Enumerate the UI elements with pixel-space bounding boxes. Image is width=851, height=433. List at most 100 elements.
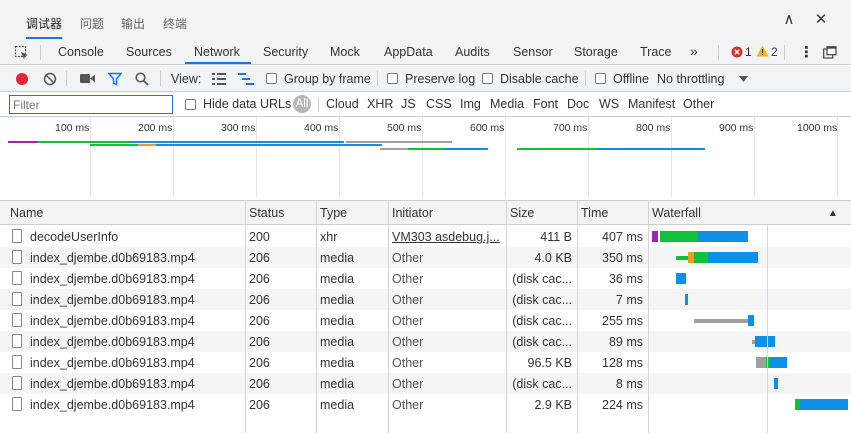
request-size: (disk cac... bbox=[512, 293, 572, 307]
separator bbox=[784, 45, 785, 60]
panel-tab-problems[interactable]: 问题 bbox=[80, 15, 104, 32]
tab-sensor[interactable]: Sensor bbox=[513, 45, 553, 59]
request-name[interactable]: index_djembe.d0b69183.mp4 bbox=[30, 314, 242, 328]
tab-appdata[interactable]: AppData bbox=[384, 45, 433, 59]
column-header-size[interactable]: Size bbox=[510, 206, 534, 220]
kebab-menu-icon[interactable]: ⋮ bbox=[799, 43, 814, 61]
table-row[interactable]: index_djembe.d0b69183.mp4 206 media Other 2.… bbox=[0, 394, 851, 415]
disable-cache-label: Disable cache bbox=[500, 72, 579, 86]
hide-data-urls-checkbox[interactable] bbox=[185, 99, 196, 110]
tab-audits[interactable]: Audits bbox=[455, 45, 490, 59]
chevron-up-icon[interactable]: ∧ bbox=[781, 12, 797, 28]
large-rows-icon[interactable] bbox=[212, 73, 226, 85]
inspect-element-icon[interactable] bbox=[14, 45, 30, 61]
request-name[interactable]: index_djembe.d0b69183.mp4 bbox=[30, 335, 242, 349]
filter-type-media[interactable]: Media bbox=[490, 97, 524, 111]
request-name[interactable]: index_djembe.d0b69183.mp4 bbox=[30, 356, 242, 370]
table-row[interactable]: index_djembe.d0b69183.mp4 206 media Other 4.… bbox=[0, 247, 851, 268]
request-type: media bbox=[320, 293, 355, 307]
request-status: 206 bbox=[249, 398, 270, 412]
panel-tab-debugger[interactable]: 调试器 bbox=[26, 15, 63, 39]
request-name[interactable]: index_djembe.d0b69183.mp4 bbox=[30, 293, 242, 307]
tab-network[interactable]: Network bbox=[194, 45, 240, 59]
filter-input[interactable] bbox=[9, 95, 173, 114]
tab-console[interactable]: Console bbox=[58, 45, 104, 59]
filter-type-img[interactable]: Img bbox=[460, 97, 481, 111]
tab-security[interactable]: Security bbox=[263, 45, 308, 59]
offline-checkbox[interactable] bbox=[595, 73, 606, 84]
overview-gridline bbox=[505, 117, 506, 197]
column-header-initiator[interactable]: Initiator bbox=[392, 206, 433, 220]
table-row[interactable]: index_djembe.d0b69183.mp4 206 media Other (d… bbox=[0, 268, 851, 289]
column-header-time[interactable]: Time bbox=[581, 206, 608, 220]
filter-type-cloud[interactable]: Cloud bbox=[326, 97, 359, 111]
column-header-name[interactable]: Name bbox=[10, 206, 43, 220]
waterfall-bar bbox=[708, 252, 758, 263]
column-divider[interactable] bbox=[648, 201, 649, 433]
undock-icon[interactable] bbox=[823, 46, 837, 59]
filter-type-font[interactable]: Font bbox=[533, 97, 558, 111]
filter-type-doc[interactable]: Doc bbox=[567, 97, 589, 111]
filter-type-all[interactable]: All bbox=[293, 95, 311, 113]
filter-type-other[interactable]: Other bbox=[683, 97, 714, 111]
request-name[interactable]: index_djembe.d0b69183.mp4 bbox=[30, 398, 242, 412]
table-row[interactable]: index_djembe.d0b69183.mp4 206 media Other (d… bbox=[0, 373, 851, 394]
filter-type-manifest[interactable]: Manifest bbox=[628, 97, 675, 111]
table-row[interactable]: index_djembe.d0b69183.mp4 206 media Other (d… bbox=[0, 310, 851, 331]
overview-request-bar bbox=[38, 141, 130, 143]
column-divider[interactable] bbox=[316, 201, 317, 433]
more-tabs-icon[interactable]: » bbox=[690, 43, 698, 59]
filter-type-css[interactable]: CSS bbox=[426, 97, 452, 111]
request-initiator: Other bbox=[392, 314, 424, 328]
overview-gridline bbox=[173, 117, 174, 197]
table-row[interactable]: decodeUserInfo 200 xhr VM303 asdebug.j... 41… bbox=[0, 226, 851, 247]
close-icon[interactable]: ✕ bbox=[813, 12, 829, 28]
group-by-frame-checkbox[interactable] bbox=[266, 73, 277, 84]
column-divider[interactable] bbox=[245, 201, 246, 433]
column-header-type[interactable]: Type bbox=[320, 206, 347, 220]
column-header-waterfall[interactable]: Waterfall bbox=[652, 206, 701, 220]
request-name[interactable]: index_djembe.d0b69183.mp4 bbox=[30, 272, 242, 286]
filter-icon[interactable] bbox=[108, 72, 122, 86]
request-name[interactable]: index_djembe.d0b69183.mp4 bbox=[30, 377, 242, 391]
table-row[interactable]: index_djembe.d0b69183.mp4 206 media Other (d… bbox=[0, 289, 851, 310]
waterfall-bar bbox=[755, 336, 775, 347]
clear-icon[interactable] bbox=[43, 72, 57, 86]
tab-storage[interactable]: Storage bbox=[574, 45, 618, 59]
tab-sources[interactable]: Sources bbox=[126, 45, 172, 59]
waterfall-view-icon[interactable] bbox=[238, 73, 254, 85]
column-header-status[interactable]: Status bbox=[249, 206, 284, 220]
filter-type-js[interactable]: JS bbox=[401, 97, 416, 111]
panel-tab-terminal[interactable]: 终端 bbox=[163, 15, 187, 32]
table-row[interactable]: index_djembe.d0b69183.mp4 206 media Other (d… bbox=[0, 331, 851, 352]
search-icon[interactable] bbox=[135, 72, 149, 86]
chevron-down-icon[interactable] bbox=[739, 76, 748, 82]
file-icon bbox=[12, 397, 22, 411]
timeline-overview[interactable]: 100 ms 200 ms 300 ms 400 ms 500 ms 600 m… bbox=[0, 117, 851, 201]
throttling-select[interactable]: No throttling bbox=[657, 72, 724, 86]
record-icon[interactable] bbox=[15, 72, 29, 86]
disable-cache-checkbox[interactable] bbox=[482, 73, 493, 84]
column-divider[interactable] bbox=[388, 201, 389, 433]
tab-trace[interactable]: Trace bbox=[640, 45, 672, 59]
filter-type-xhr[interactable]: XHR bbox=[367, 97, 393, 111]
overview-request-bar bbox=[138, 144, 156, 146]
filter-type-ws[interactable]: WS bbox=[599, 97, 619, 111]
sort-ascending-icon[interactable]: ▲ bbox=[828, 208, 838, 219]
tab-mock[interactable]: Mock bbox=[330, 45, 360, 59]
separator bbox=[318, 97, 319, 112]
screenshot-camera-icon[interactable] bbox=[80, 73, 95, 84]
request-name[interactable]: decodeUserInfo bbox=[30, 230, 242, 244]
request-name[interactable]: index_djembe.d0b69183.mp4 bbox=[30, 251, 242, 265]
table-row[interactable]: index_djembe.d0b69183.mp4 206 media Other 96… bbox=[0, 352, 851, 373]
error-icon[interactable] bbox=[731, 46, 743, 58]
warning-icon[interactable] bbox=[756, 45, 769, 57]
warning-count[interactable]: 2 bbox=[771, 45, 778, 59]
column-divider[interactable] bbox=[506, 201, 507, 433]
column-divider[interactable] bbox=[577, 201, 578, 433]
error-count[interactable]: 1 bbox=[745, 45, 752, 59]
request-initiator: Other bbox=[392, 293, 424, 307]
panel-tab-output[interactable]: 输出 bbox=[121, 15, 145, 32]
request-initiator[interactable]: VM303 asdebug.j... bbox=[392, 230, 502, 244]
preserve-log-checkbox[interactable] bbox=[387, 73, 398, 84]
